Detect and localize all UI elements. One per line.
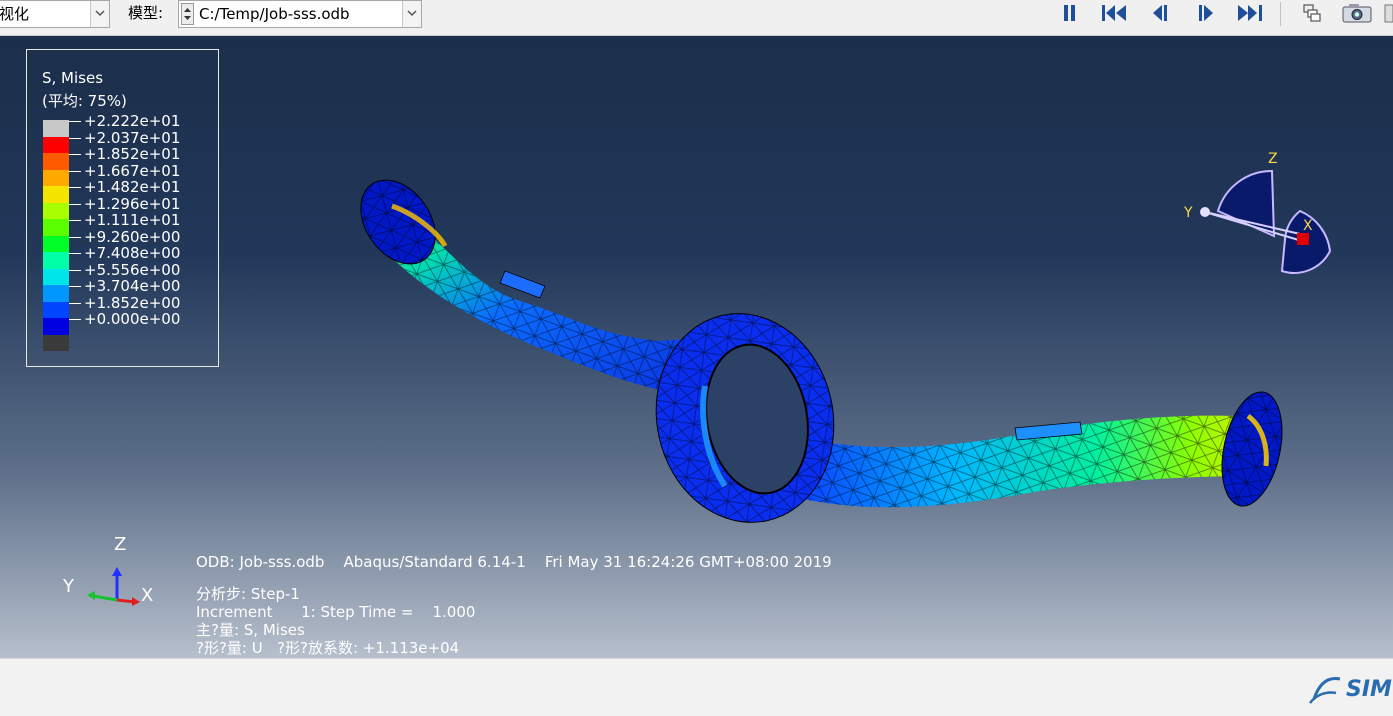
primary-var-line: 主?量: S, Mises [196,621,305,639]
module-select-value: 视化 [0,5,30,23]
ds-logo-icon [1309,677,1341,704]
module-select[interactable]: 视化 [0,0,110,28]
chevron-down-icon[interactable] [90,1,109,27]
camera-icon[interactable] [1340,2,1376,24]
axis-y-label: Y [63,576,74,597]
brand-text: SIM [1346,677,1392,702]
triad-x-label: X [1303,218,1313,234]
overflow-button[interactable] [1384,2,1393,24]
left-boss [499,270,546,299]
odb-info-line: ODB: Job-sss.odb Abaqus/Standard 6.14-1 … [196,553,832,571]
axis-z-label: Z [114,534,127,555]
status-bar: SIM [0,658,1393,716]
model-select[interactable]: C:/Temp/Job-sss.odb [178,0,422,28]
frame-select-icon[interactable] [1300,2,1324,24]
brand-logo: SIM [1306,667,1393,707]
model-select-value: C:/Temp/Job-sss.odb [199,5,350,23]
viewport[interactable]: S, Mises (平均: 75%) +2.222e+01 +2.037e+01 +… [0,36,1393,658]
model-label: 模型: [128,4,164,22]
pause-icon[interactable] [1058,2,1082,24]
deformed-var-line: ?形?量: U ?形?放系数: +1.113e+04 [196,639,460,657]
triad-y-label: Y [1183,205,1193,221]
last-frame-icon[interactable] [1235,2,1265,24]
axis-x-label: X [141,585,154,606]
triad-z-label: Z [1268,151,1278,167]
view-triad[interactable]: Z Y X [1170,141,1350,291]
spinner-icon[interactable] [181,3,194,25]
toolbar-separator [1280,2,1281,26]
first-frame-icon[interactable] [1100,2,1130,24]
next-frame-icon[interactable] [1194,2,1218,24]
step-info-line: 分析步: Step-1 [196,585,300,603]
toolbar: 视化 模型: C:/Temp/Job-sss.odb [0,0,1393,36]
increment-info-line: Increment 1: Step Time = 1.000 [196,603,476,621]
chevron-down-icon[interactable] [402,1,421,27]
previous-frame-icon[interactable] [1148,2,1172,24]
